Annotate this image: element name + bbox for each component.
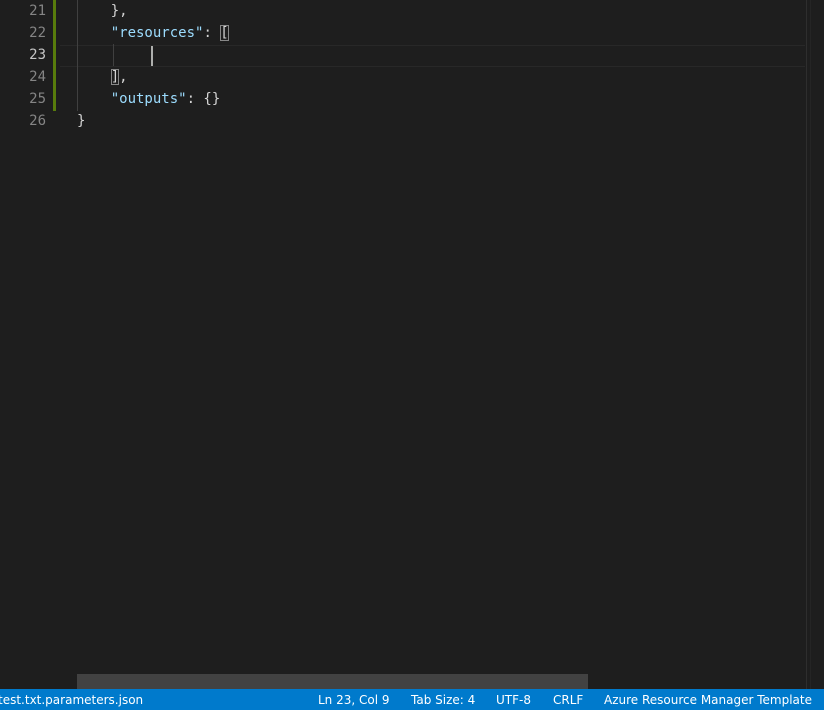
line-number: 25 bbox=[29, 91, 46, 107]
status-filename[interactable]: test.txt.parameters.json bbox=[0, 689, 143, 710]
code-line[interactable]: }, bbox=[77, 0, 128, 22]
status-cursor-position[interactable]: Ln 23, Col 9 bbox=[318, 689, 390, 710]
code-line[interactable]: ], bbox=[77, 66, 128, 88]
overview-ruler bbox=[806, 0, 807, 689]
git-modified-indicator bbox=[53, 0, 56, 111]
code-line[interactable]: "outputs": {} bbox=[77, 88, 221, 110]
punctuation-token: : bbox=[203, 25, 221, 41]
line-number: 24 bbox=[29, 69, 46, 85]
horizontal-scrollbar-thumb[interactable] bbox=[77, 674, 588, 689]
line-number: 22 bbox=[29, 25, 46, 41]
json-key-token: "resources" bbox=[110, 25, 204, 41]
punctuation-token: }, bbox=[110, 3, 128, 19]
status-language-mode[interactable]: Azure Resource Manager Template bbox=[604, 689, 812, 710]
punctuation-token: , bbox=[119, 69, 128, 85]
indent-guide bbox=[113, 44, 114, 66]
punctuation-token: : {} bbox=[186, 91, 221, 107]
json-key-token: "outputs" bbox=[110, 91, 187, 107]
status-tab-size[interactable]: Tab Size: 4 bbox=[411, 689, 475, 710]
status-bar: test.txt.parameters.json Ln 23, Col 9 Ta… bbox=[0, 689, 824, 710]
line-number: 26 bbox=[29, 113, 46, 129]
status-line-ending[interactable]: CRLF bbox=[553, 689, 583, 710]
matched-bracket-token: [ bbox=[220, 25, 229, 41]
code-editor[interactable]: 21 22 23 24 25 26 }, "resources": [ ], "outpu… bbox=[0, 0, 824, 689]
vertical-scrollbar[interactable] bbox=[810, 0, 824, 689]
punctuation-token: } bbox=[77, 113, 86, 129]
code-line[interactable]: "resources": [ bbox=[77, 22, 229, 44]
current-line-highlight bbox=[60, 45, 805, 67]
text-cursor bbox=[151, 46, 153, 66]
status-encoding[interactable]: UTF-8 bbox=[496, 689, 531, 710]
line-number: 23 bbox=[29, 47, 46, 63]
code-line[interactable]: } bbox=[77, 110, 85, 132]
line-number: 21 bbox=[29, 3, 46, 19]
matched-bracket-token: ] bbox=[110, 69, 120, 85]
